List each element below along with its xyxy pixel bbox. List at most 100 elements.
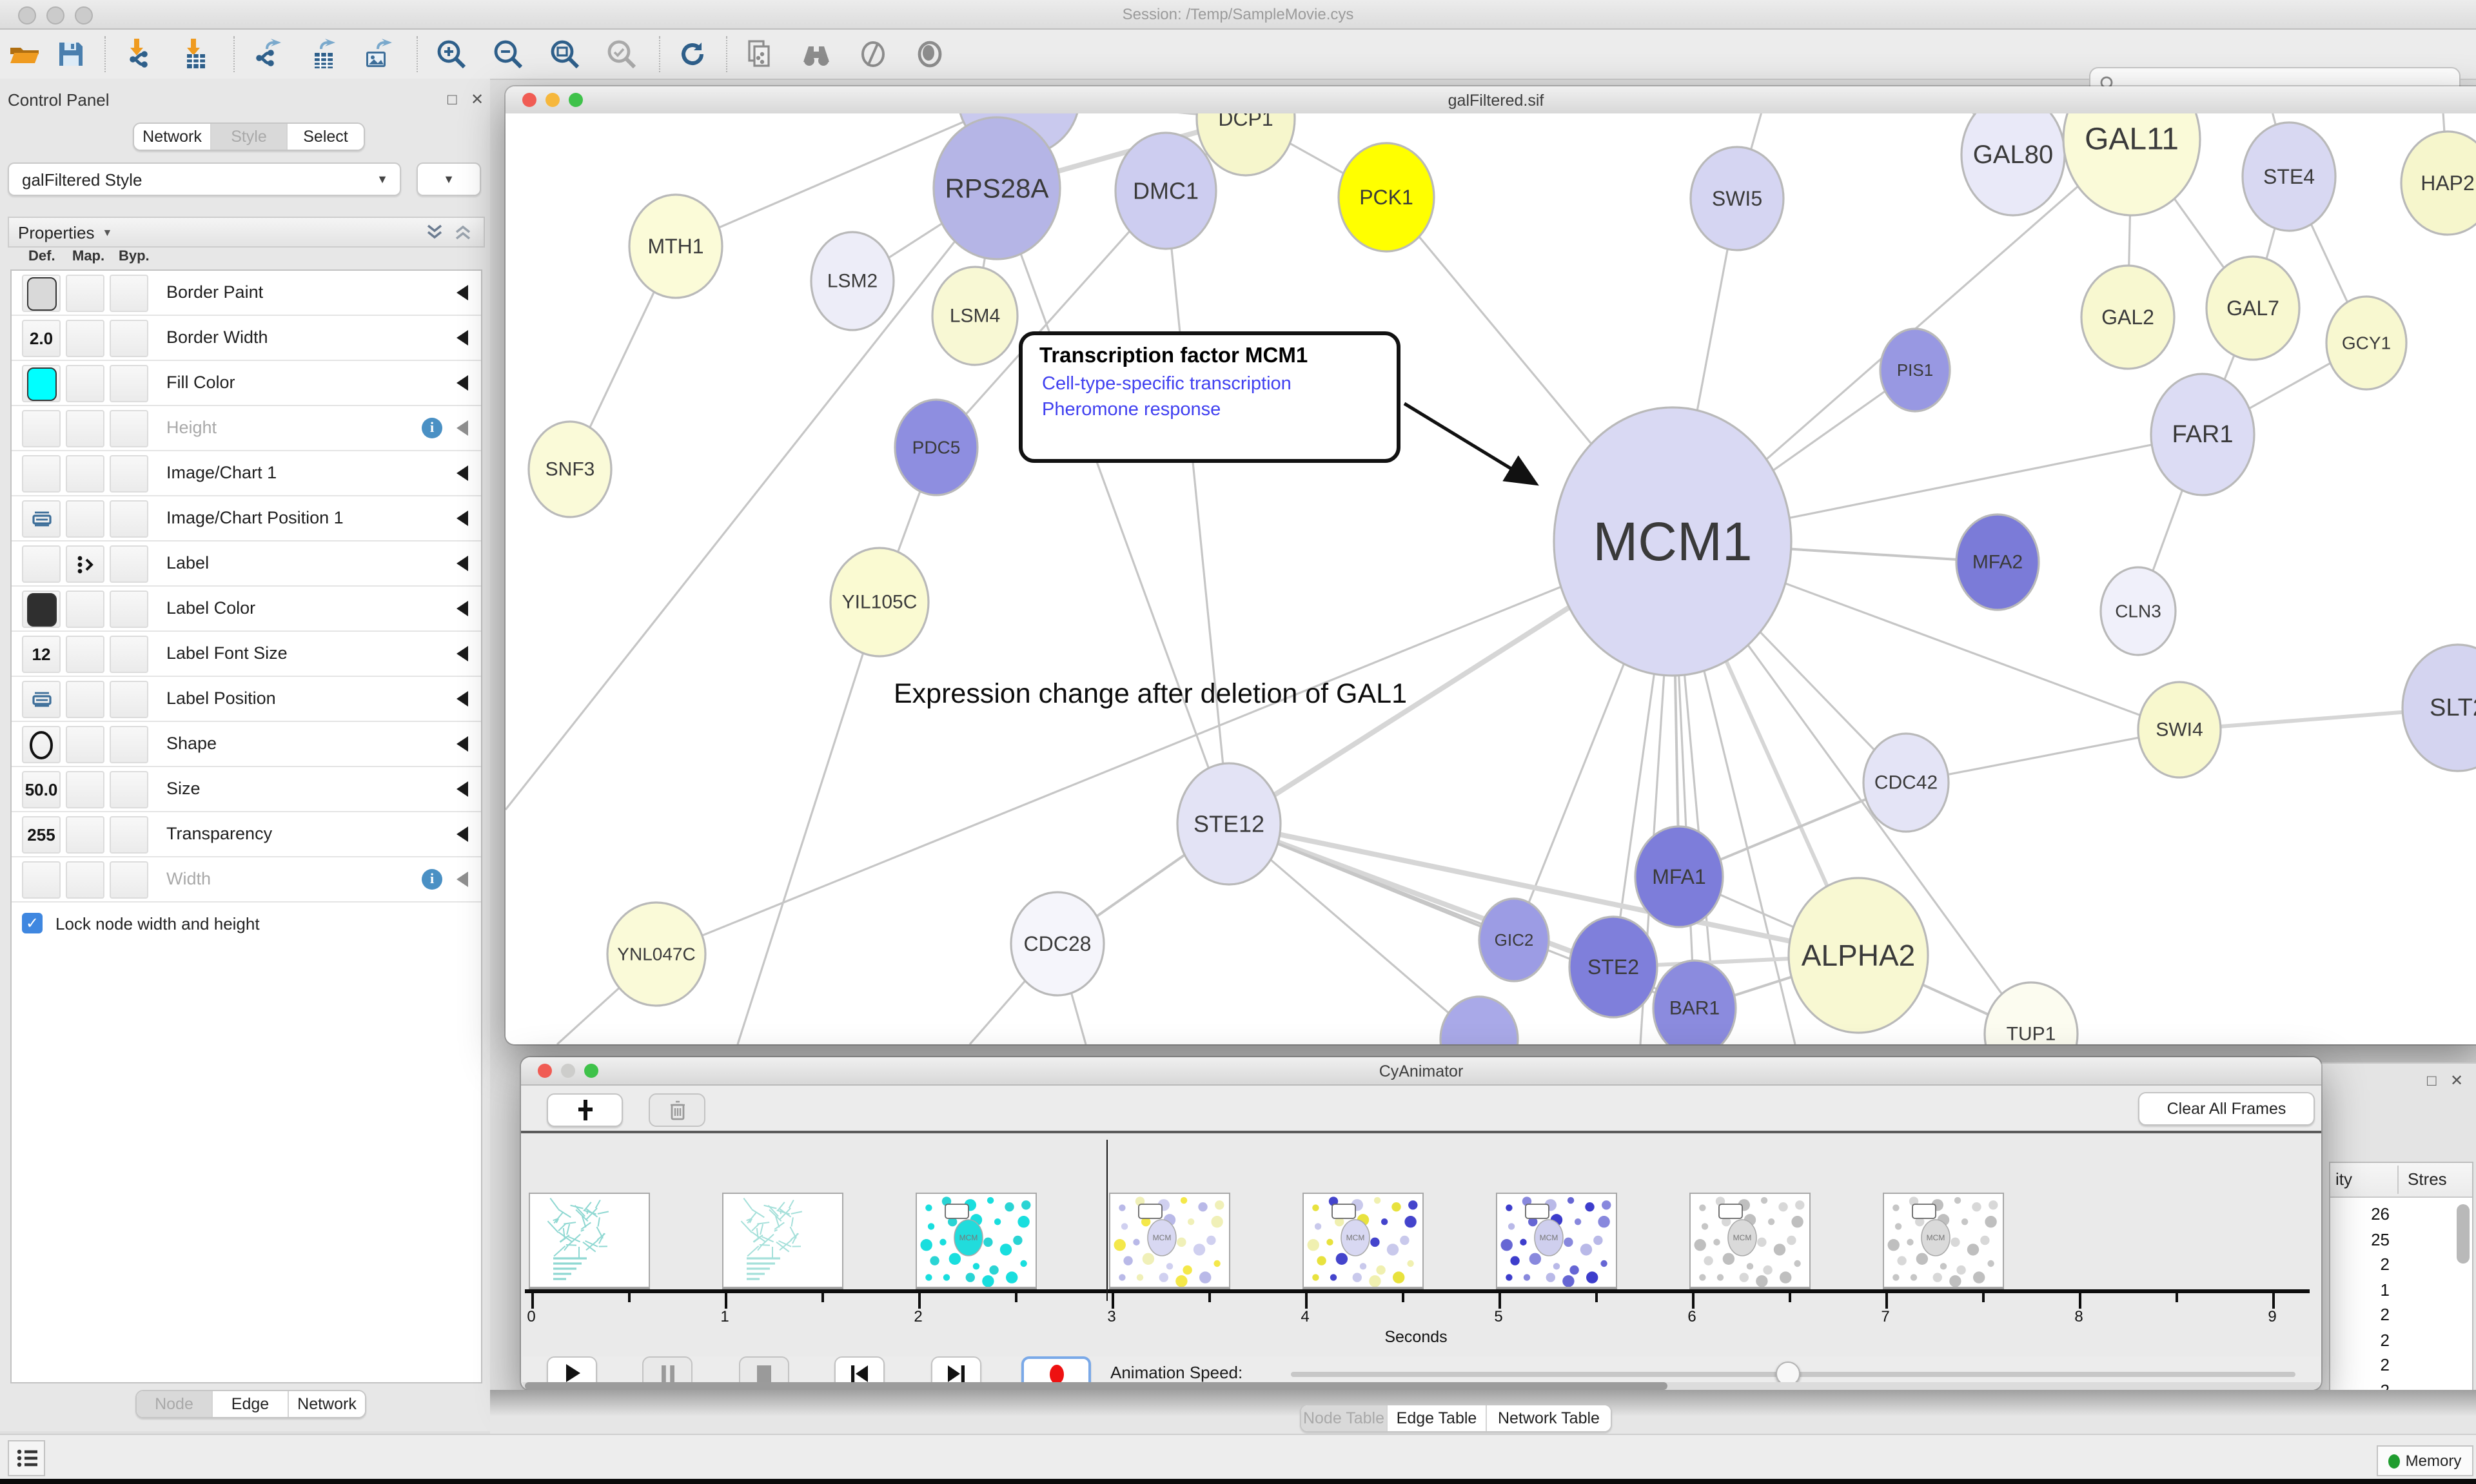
node-cln3[interactable]: CLN3 (2101, 567, 2176, 655)
tab-node-table[interactable]: Node Table (1301, 1405, 1388, 1431)
table-cell[interactable]: 2 (2330, 1355, 2390, 1374)
node-table[interactable]: ity Stres 26252122222 (2329, 1162, 2473, 1404)
info-icon[interactable]: i (422, 418, 442, 438)
frame-thumbnail-0[interactable] (529, 1193, 650, 1288)
mapping-cell[interactable] (66, 771, 104, 808)
default-value-cell[interactable] (22, 591, 61, 628)
duplicate-network-button[interactable] (738, 35, 781, 73)
bypass-cell[interactable] (110, 455, 148, 493)
search-tool-button[interactable] (794, 35, 838, 73)
bypass-cell[interactable] (110, 275, 148, 312)
node-ynl047c[interactable]: YNL047C (607, 903, 705, 1006)
table-header-row[interactable]: ity Stres (2330, 1163, 2472, 1198)
network-canvas[interactable]: RPS28ADMC1DCP1PCK1MTH1LSM2LSM4SNF3PDC5YI… (506, 113, 2476, 1044)
tab-node[interactable]: Node (137, 1391, 213, 1417)
collapse-all-icon[interactable] (453, 223, 473, 241)
table-cell[interactable]: 26 (2330, 1204, 2390, 1224)
node-ste12[interactable]: STE12 (1177, 763, 1281, 884)
expand-property-icon[interactable] (457, 872, 468, 887)
default-value-cell[interactable] (22, 275, 61, 312)
refresh-view-button[interactable] (671, 35, 714, 73)
expand-property-icon[interactable] (457, 601, 468, 616)
bypass-cell[interactable] (110, 320, 148, 357)
default-value-cell[interactable]: 12 (22, 636, 61, 673)
default-value-cell[interactable] (22, 500, 61, 538)
node-lsm4[interactable]: LSM4 (932, 267, 1017, 365)
node-gcy1[interactable]: GCY1 (2326, 297, 2406, 389)
hide-details-button[interactable] (851, 35, 895, 73)
mapping-cell[interactable] (66, 545, 104, 583)
node-alpha2[interactable]: ALPHA2 (1789, 878, 1928, 1033)
edge[interactable] (1229, 824, 1613, 967)
tab-edge[interactable]: Edge (213, 1391, 289, 1417)
property-row-height[interactable]: Heighti (12, 406, 481, 451)
node-mth1[interactable]: MTH1 (629, 195, 722, 298)
node-ste4[interactable]: STE4 (2243, 122, 2335, 231)
bypass-cell[interactable] (110, 726, 148, 763)
node-gal7[interactable]: GAL7 (2206, 257, 2299, 360)
mapping-cell[interactable] (66, 500, 104, 538)
node-fus1[interactable] (1440, 997, 1518, 1044)
memory-button[interactable]: Memory (2377, 1445, 2473, 1476)
property-row-label-color[interactable]: Label Color (12, 587, 481, 632)
float-panel-icon[interactable]: □ (2427, 1071, 2437, 1089)
bypass-cell[interactable] (110, 861, 148, 899)
timeline[interactable]: MCMMCMMCMMCMMCMMCM 0123456789 Seconds (522, 1133, 2320, 1356)
node-cdc28[interactable]: CDC28 (1011, 892, 1104, 995)
node-lsm2[interactable]: LSM2 (811, 232, 894, 330)
close-panel-icon[interactable]: ✕ (471, 90, 484, 108)
save-session-button[interactable] (49, 35, 93, 73)
default-value-cell[interactable] (22, 861, 61, 899)
default-value-cell[interactable] (22, 545, 61, 583)
node-pdc5[interactable]: PDC5 (895, 400, 978, 495)
mapping-cell[interactable] (66, 726, 104, 763)
bypass-cell[interactable] (110, 365, 148, 402)
expand-property-icon[interactable] (457, 781, 468, 797)
annotation-box[interactable]: Transcription factor MCM1 Cell-type-spec… (1019, 331, 1400, 463)
mapping-cell[interactable] (66, 636, 104, 673)
expand-property-icon[interactable] (457, 330, 468, 346)
node-mfa2[interactable]: MFA2 (1956, 514, 2039, 610)
node-mcm1[interactable]: MCM1 (1554, 407, 1791, 676)
node-snf3[interactable]: SNF3 (529, 422, 611, 517)
zoom-selected-button[interactable] (600, 35, 644, 73)
expand-property-icon[interactable] (457, 826, 468, 842)
expand-property-icon[interactable] (457, 285, 468, 300)
export-network-button[interactable] (245, 35, 289, 73)
tab-network[interactable]: Network (289, 1391, 365, 1417)
mapping-cell[interactable] (66, 275, 104, 312)
zoom-fit-button[interactable] (543, 35, 587, 73)
property-row-width[interactable]: Widthi (12, 857, 481, 903)
property-row-image-chart-1[interactable]: Image/Chart 1 (12, 451, 481, 496)
property-row-label[interactable]: Label (12, 542, 481, 587)
default-value-cell[interactable] (22, 726, 61, 763)
bypass-cell[interactable] (110, 816, 148, 854)
node-swi4[interactable]: SWI4 (2138, 682, 2221, 777)
bypass-cell[interactable] (110, 591, 148, 628)
node-gal11[interactable]: GAL11 (2063, 113, 2200, 215)
scrollbar-thumb[interactable] (525, 1382, 1667, 1390)
table-column-stress[interactable]: Stres (2408, 1169, 2447, 1189)
default-value-cell[interactable] (22, 365, 61, 402)
node-rps28a[interactable]: RPS28A (934, 117, 1060, 259)
frame-thumbnail-5[interactable]: MCM (1496, 1193, 1617, 1288)
expand-property-icon[interactable] (457, 691, 468, 707)
import-table-button[interactable] (174, 35, 218, 73)
annotation-link[interactable]: Pheromone response (1042, 397, 1397, 423)
expand-property-icon[interactable] (457, 736, 468, 752)
default-value-cell[interactable]: 255 (22, 816, 61, 854)
edge[interactable] (1166, 191, 1229, 824)
table-cell[interactable]: 2 (2330, 1255, 2390, 1274)
default-value-cell[interactable]: 2.0 (22, 320, 61, 357)
node-dmc1[interactable]: DMC1 (1115, 133, 1216, 249)
mapping-cell[interactable] (66, 365, 104, 402)
export-image-button[interactable] (356, 35, 400, 73)
mapping-cell[interactable] (66, 816, 104, 854)
tab-style[interactable]: Style (211, 124, 288, 150)
tab-edge-table[interactable]: Edge Table (1388, 1405, 1487, 1431)
edge[interactable] (738, 602, 879, 1044)
property-row-label-font-size[interactable]: 12Label Font Size (12, 632, 481, 677)
expand-property-icon[interactable] (457, 420, 468, 436)
mapping-cell[interactable] (66, 320, 104, 357)
frame-thumbnail-4[interactable]: MCM (1302, 1193, 1424, 1288)
